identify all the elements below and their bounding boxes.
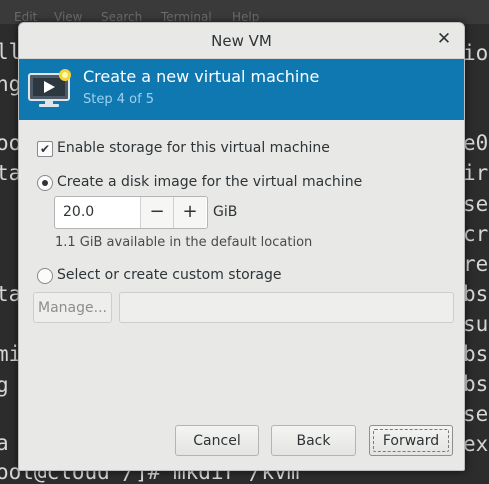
custom-storage-path-field[interactable] — [119, 292, 454, 323]
increment-button[interactable]: + — [173, 197, 206, 228]
terminal-line: e0 — [463, 131, 489, 155]
checkmark-icon: ✔ — [40, 142, 51, 156]
custom-storage-label[interactable]: Select or create custom storage — [57, 267, 282, 283]
enable-storage-label[interactable]: Enable storage for this virtual machine — [57, 140, 330, 156]
close-icon[interactable]: ✕ — [434, 29, 454, 49]
manage-button[interactable]: Manage... — [33, 292, 112, 323]
terminal-line: bs — [463, 342, 489, 366]
terminal-line: io — [463, 41, 489, 65]
dialog-title: New VM — [211, 32, 272, 50]
terminal-line: ex — [463, 432, 489, 456]
enable-storage-checkbox[interactable]: ✔ — [37, 141, 53, 157]
terminal-line: se — [463, 192, 489, 216]
terminal-line: re — [463, 252, 489, 276]
terminal-menubar: Edit View Search Terminal Help — [0, 0, 489, 24]
new-vm-dialog: New VM ✕ Create a new virtual machine St… — [18, 22, 465, 471]
cancel-button[interactable]: Cancel — [175, 425, 259, 456]
wizard-banner: Create a new virtual machine Step 4 of 5 — [19, 59, 464, 120]
disk-size-spinbutton: 20.0 − + — [54, 196, 208, 229]
terminal-line: cr — [463, 222, 489, 246]
decrement-button[interactable]: − — [140, 197, 173, 228]
focus-ring — [373, 429, 449, 452]
create-disk-image-radio[interactable] — [37, 175, 53, 191]
available-space-hint: 1.1 GiB available in the default locatio… — [55, 235, 313, 250]
terminal-line: ir — [463, 161, 489, 185]
virtual-machine-icon — [28, 69, 71, 107]
create-disk-image-label[interactable]: Create a disk image for the virtual mach… — [57, 174, 362, 190]
wizard-title: Create a new virtual machine — [83, 67, 320, 86]
terminal-line: su — [463, 312, 489, 336]
terminal-line: bs — [463, 282, 489, 306]
forward-button[interactable]: Forward — [369, 425, 453, 456]
radio-selected-dot — [42, 180, 48, 186]
custom-storage-radio[interactable] — [37, 268, 53, 284]
disk-size-input[interactable]: 20.0 — [63, 204, 94, 220]
terminal-line: se — [463, 402, 489, 426]
terminal-line: g — [0, 373, 9, 397]
dialog-titlebar[interactable]: New VM ✕ — [19, 23, 464, 59]
wizard-step: Step 4 of 5 — [83, 92, 155, 107]
terminal-line: a — [0, 431, 9, 455]
terminal-line: bs — [463, 372, 489, 396]
disk-size-unit: GiB — [213, 204, 238, 220]
back-button[interactable]: Back — [271, 425, 356, 456]
